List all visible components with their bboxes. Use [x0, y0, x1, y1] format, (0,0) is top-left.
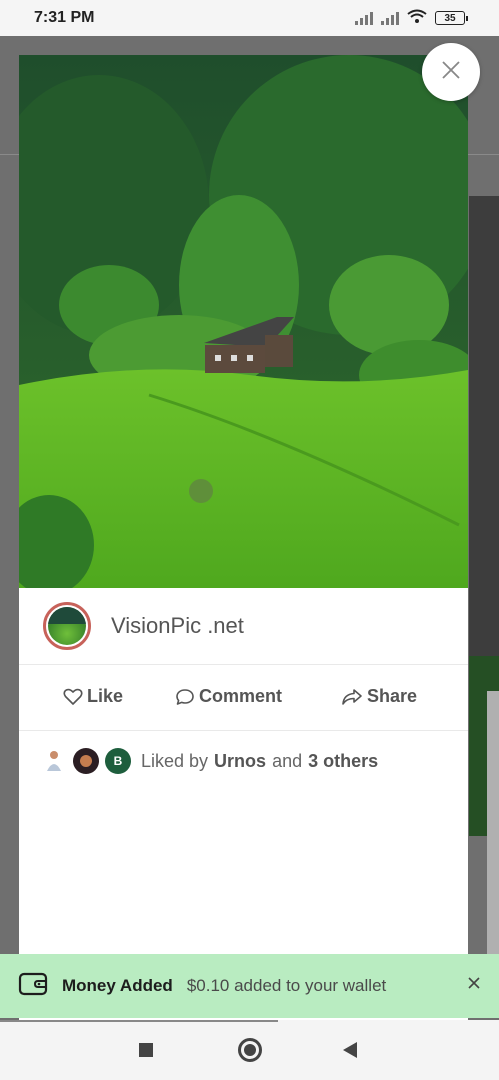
back-triangle-icon[interactable] [343, 1042, 357, 1058]
post-image[interactable] [19, 55, 468, 588]
comment-button[interactable]: Comment [175, 686, 282, 707]
liker-avatar [41, 748, 67, 774]
home-circle-icon[interactable] [238, 1038, 262, 1062]
share-arrow-icon [341, 688, 363, 706]
toast-close-button[interactable] [467, 976, 481, 995]
liker-avatar [73, 748, 99, 774]
close-modal-button[interactable] [422, 43, 480, 101]
wallet-icon [18, 971, 48, 1002]
like-button[interactable]: Like [63, 686, 123, 707]
liked-by-others[interactable]: 3 others [308, 751, 378, 772]
system-navigation-bar [0, 1020, 499, 1080]
recents-square-icon[interactable] [139, 1043, 153, 1057]
money-added-toast: Money Added $0.10 added to your wallet [0, 954, 499, 1018]
close-icon [441, 60, 461, 85]
author-name[interactable]: VisionPic .net [111, 613, 244, 639]
liked-by-prefix: Liked by [141, 750, 209, 771]
share-label: Share [367, 686, 418, 706]
battery-icon: 35 [435, 11, 468, 25]
status-time: 7:31 PM [34, 9, 95, 26]
comment-label: Comment [199, 686, 283, 706]
share-button[interactable]: Share [341, 686, 417, 707]
heart-icon [63, 688, 83, 706]
signal-icon [381, 11, 399, 25]
status-icons: 35 [355, 9, 468, 28]
post-header: VisionPic .net [19, 588, 468, 665]
like-label: Like [87, 686, 124, 706]
comment-bubble-icon [175, 688, 195, 706]
toast-message: $0.10 added to your wallet [186, 976, 387, 995]
toast-title: Money Added [62, 976, 173, 995]
nav-divider [0, 1020, 278, 1022]
liker-avatar-initial: B [105, 748, 131, 774]
author-avatar[interactable] [43, 602, 91, 650]
post-modal: VisionPic .net Like Comment Share B Like… [19, 55, 468, 1055]
wifi-icon [407, 9, 427, 28]
signal-icon [355, 11, 373, 25]
likes-summary[interactable]: B Liked by Urnos and 3 others [41, 744, 384, 778]
liked-by-connector: and [272, 750, 303, 771]
status-bar: 7:31 PM 35 [0, 0, 499, 36]
post-actions: Like Comment Share [19, 665, 468, 731]
liked-by-user[interactable]: Urnos [214, 751, 266, 772]
